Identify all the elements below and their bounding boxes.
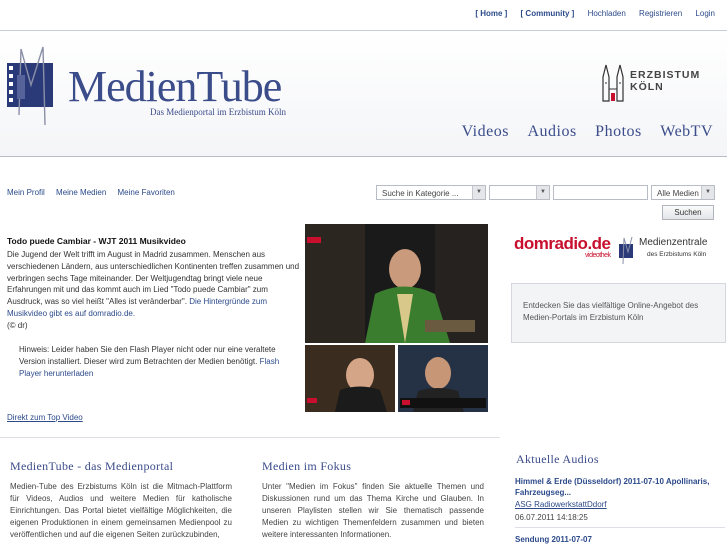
portal-heading: MedienTube - das Medienportal [10, 459, 174, 473]
audio-separator [515, 527, 725, 528]
audio-item-title[interactable]: Himmel & Erde (Düsseldorf) 2011-07-10 Ap… [515, 476, 725, 498]
my-profile-link[interactable]: Mein Profil [7, 188, 45, 197]
nav-audios[interactable]: Audios [527, 123, 576, 140]
focus-heading: Medien im Fokus [262, 459, 352, 473]
section-divider [0, 437, 500, 438]
medienzentrale-icon [619, 236, 633, 265]
feature-title: Todo puede Cambiar - WJT 2011 Musikvideo [7, 236, 186, 246]
info-box: Entdecken Sie das vielfältige Online-Ang… [511, 283, 726, 343]
domradio-label: domradio.de [514, 234, 611, 253]
top-video-link[interactable]: Direkt zum Top Video [7, 413, 83, 422]
site-subtitle: Das Medienportal im Erzbistum Köln [150, 107, 286, 117]
medienzentrale-label: Medienzentrale [639, 237, 708, 248]
video-thumbnail-1[interactable] [305, 345, 395, 412]
video-thumbnail-2[interactable] [398, 345, 488, 412]
chevron-down-icon: ▼ [536, 186, 549, 199]
main-video-thumbnail[interactable] [305, 224, 488, 343]
focus-text: Unter "Medien im Fokus" finden Sie aktue… [262, 482, 484, 540]
subcategory-select[interactable]: ▼ [489, 185, 550, 200]
site-header: MedienTube Das Medienportal im Erzbistum… [0, 30, 727, 157]
flash-notice-text: Hinweis: Leider haben Sie den Flash Play… [19, 345, 276, 366]
medientube-logo-icon[interactable] [7, 45, 53, 131]
login-link[interactable]: Login [695, 9, 715, 18]
search-button[interactable]: Suchen [662, 205, 714, 220]
cathedral-icon [602, 64, 624, 102]
erzbistum-label: ERZBISTUM KÖLN [630, 69, 701, 93]
domradio-sub: videothek [585, 252, 611, 259]
my-favorites-link[interactable]: Meine Favoriten [118, 188, 175, 197]
community-link[interactable]: [ Community ] [521, 9, 575, 18]
top-navigation: [ Home ] [ Community ] Hochladen Registr… [464, 9, 715, 18]
main-navigation: Videos Audios Photos WebTV [448, 123, 713, 141]
feature-description: Die Jugend der Welt trifft im August in … [7, 249, 302, 332]
my-media-link[interactable]: Meine Medien [56, 188, 106, 197]
nav-photos[interactable]: Photos [595, 123, 642, 140]
audios-heading: Aktuelle Audios [516, 452, 599, 466]
chevron-down-icon: ▼ [472, 186, 485, 199]
home-link[interactable]: [ Home ] [475, 9, 507, 18]
audio-item-title[interactable]: Sendung 2011-07-07 [515, 534, 725, 545]
media-scope-select[interactable]: Alle Medien ▼ [651, 185, 715, 200]
domradio-logo[interactable]: domradio.de videothek [514, 234, 611, 259]
interview-video-image [398, 345, 488, 412]
flash-notice: Hinweis: Leider haben Sie den Flash Play… [19, 344, 291, 379]
register-link[interactable]: Registrieren [639, 9, 682, 18]
copyright: (© dr) [7, 320, 28, 330]
portal-text: Medien-Tube des Erzbistums Köln ist die … [10, 482, 232, 540]
chevron-down-icon: ▼ [701, 186, 714, 199]
audio-item-source[interactable]: ASG RadiowerkstattDdorf [515, 500, 607, 509]
bishop-video-image [305, 345, 395, 412]
nav-videos[interactable]: Videos [462, 123, 509, 140]
audio-item-date: 06.07.2011 14:18:25 [515, 513, 588, 522]
media-scope-label: Alle Medien [657, 189, 699, 198]
search-input[interactable] [553, 185, 648, 200]
priest-video-image [305, 224, 488, 343]
medienzentrale-sub: des Erzbistums Köln [647, 251, 707, 258]
category-select-label: Suche in Kategorie ... [382, 189, 459, 198]
user-navigation: Mein Profil Meine Medien Meine Favoriten [7, 188, 184, 197]
info-text: Entdecken Sie das vielfältige Online-Ang… [523, 301, 699, 322]
category-select[interactable]: Suche in Kategorie ... ▼ [376, 185, 486, 200]
partner-logos: domradio.de videothek Medienzentrale des… [514, 232, 719, 272]
nav-webtv[interactable]: WebTV [660, 123, 713, 140]
upload-link[interactable]: Hochladen [588, 9, 626, 18]
site-title: MedienTube [68, 62, 282, 111]
erzbistum-logo[interactable]: ERZBISTUM KÖLN [600, 59, 715, 105]
